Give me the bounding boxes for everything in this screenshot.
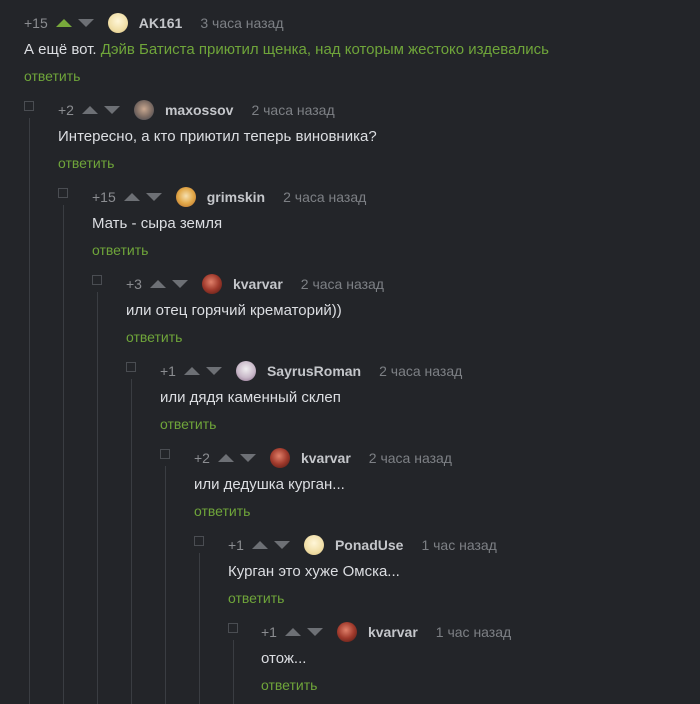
- reply-button[interactable]: ответить: [58, 155, 114, 171]
- username[interactable]: grimskin: [207, 189, 265, 205]
- comment-text: отож...: [261, 650, 307, 667]
- comment-link[interactable]: Дэйв Батиста приютил щенка, над которым …: [101, 41, 549, 58]
- reply-button[interactable]: ответить: [24, 68, 80, 84]
- rating: +1: [160, 363, 176, 379]
- timestamp: 2 часа назад: [379, 363, 463, 379]
- upvote-icon[interactable]: [81, 106, 98, 114]
- comment-thread: +15 AK161 3 часа назад А ещё вот. Дэйв Б…: [0, 0, 700, 704]
- username[interactable]: kvarvar: [368, 624, 418, 640]
- downvote-icon[interactable]: [205, 367, 222, 375]
- thread-line: [233, 640, 234, 704]
- collapse-toggle[interactable]: [228, 623, 238, 633]
- comment-text: или отец горячий крематорий)): [126, 302, 342, 319]
- downvote-icon[interactable]: [306, 628, 323, 636]
- rating: +3: [126, 276, 142, 292]
- downvote-icon[interactable]: [273, 541, 290, 549]
- timestamp: 2 часа назад: [283, 189, 367, 205]
- downvote-icon[interactable]: [103, 106, 120, 114]
- rating: +1: [228, 537, 244, 553]
- upvote-icon[interactable]: [123, 193, 140, 201]
- avatar[interactable]: [175, 187, 196, 207]
- upvote-icon[interactable]: [183, 367, 200, 375]
- comment-text: или дядя каменный склеп: [160, 389, 341, 406]
- downvote-icon[interactable]: [77, 19, 94, 27]
- comment: +3 kvarvar 2 часа назад или отец горячий…: [126, 274, 384, 347]
- timestamp: 3 часа назад: [200, 15, 284, 31]
- comment: +15 AK161 3 часа назад А ещё вот. Дэйв Б…: [24, 13, 549, 86]
- avatar[interactable]: [107, 13, 128, 33]
- collapse-toggle[interactable]: [58, 188, 68, 198]
- avatar[interactable]: [336, 622, 357, 642]
- reply-button[interactable]: ответить: [92, 242, 148, 258]
- comment-text: А ещё вот. Дэйв Батиста приютил щенка, н…: [24, 41, 549, 59]
- avatar[interactable]: [235, 361, 256, 381]
- reply-button[interactable]: ответить: [228, 590, 284, 606]
- comment-text-prefix: А ещё вот.: [24, 41, 101, 58]
- comment: +1 kvarvar 1 час назад отож... ответить: [261, 622, 511, 695]
- thread-line: [97, 292, 98, 704]
- timestamp: 1 час назад: [435, 624, 512, 640]
- username[interactable]: AK161: [139, 15, 183, 31]
- collapse-toggle[interactable]: [194, 536, 204, 546]
- comment: +1 PonadUse 1 час назад Курган это хуже …: [228, 535, 497, 608]
- username[interactable]: PonadUse: [335, 537, 403, 553]
- avatar[interactable]: [303, 535, 324, 555]
- comment-text: Мать - сыра земля: [92, 215, 223, 232]
- comment: +1 SayrusRoman 2 часа назад или дядя кам…: [160, 361, 462, 434]
- downvote-icon[interactable]: [239, 454, 256, 462]
- comment-text: или дедушка курган...: [194, 476, 345, 493]
- reply-button[interactable]: ответить: [160, 416, 216, 432]
- timestamp: 2 часа назад: [300, 276, 384, 292]
- reply-button[interactable]: ответить: [261, 677, 317, 693]
- avatar[interactable]: [269, 448, 290, 468]
- comment-text: Курган это хуже Омска...: [228, 563, 400, 580]
- reply-button[interactable]: ответить: [126, 329, 182, 345]
- downvote-icon[interactable]: [171, 280, 188, 288]
- username[interactable]: maxossov: [165, 102, 233, 118]
- username[interactable]: kvarvar: [233, 276, 283, 292]
- upvote-icon[interactable]: [251, 541, 268, 549]
- username[interactable]: SayrusRoman: [267, 363, 361, 379]
- collapse-toggle[interactable]: [24, 101, 34, 111]
- rating: +2: [194, 450, 210, 466]
- avatar[interactable]: [133, 100, 154, 120]
- avatar[interactable]: [201, 274, 222, 294]
- rating: +1: [261, 624, 277, 640]
- rating: +15: [24, 15, 48, 31]
- thread-line: [131, 379, 132, 704]
- comment: +2 maxossov 2 часа назад Интересно, а кт…: [58, 100, 377, 173]
- upvote-icon[interactable]: [149, 280, 166, 288]
- comment: +2 kvarvar 2 часа назад или дедушка кург…: [194, 448, 452, 521]
- upvote-icon[interactable]: [284, 628, 301, 636]
- thread-line: [63, 205, 64, 704]
- downvote-icon[interactable]: [145, 193, 162, 201]
- username[interactable]: kvarvar: [301, 450, 351, 466]
- timestamp: 1 час назад: [421, 537, 497, 553]
- comment-text: Интересно, а кто приютил теперь виновник…: [58, 128, 377, 145]
- timestamp: 2 часа назад: [368, 450, 452, 466]
- reply-button[interactable]: ответить: [194, 503, 250, 519]
- thread-line: [29, 118, 30, 704]
- thread-line: [165, 466, 166, 704]
- comment: +15 grimskin 2 часа назад Мать - сыра зе…: [92, 187, 366, 260]
- upvote-icon[interactable]: [217, 454, 234, 462]
- rating: +15: [92, 189, 116, 205]
- collapse-toggle[interactable]: [92, 275, 102, 285]
- upvote-icon[interactable]: [55, 19, 72, 27]
- collapse-toggle[interactable]: [126, 362, 136, 372]
- rating: +2: [58, 102, 74, 118]
- collapse-toggle[interactable]: [160, 449, 170, 459]
- timestamp: 2 часа назад: [251, 102, 335, 118]
- thread-line: [199, 553, 200, 704]
